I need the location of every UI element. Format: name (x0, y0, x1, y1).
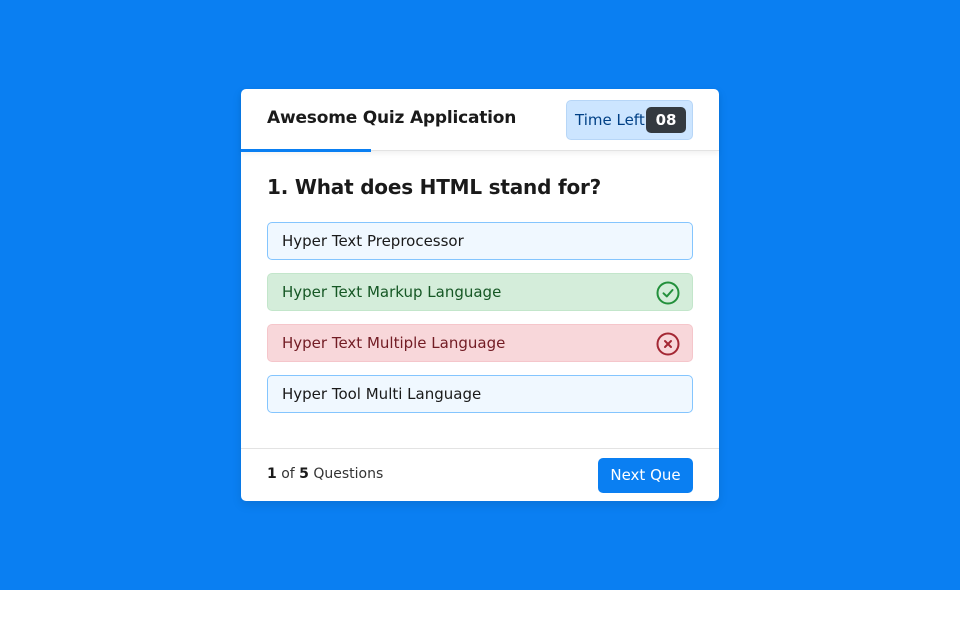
option-3[interactable]: Hyper Text Multiple Language (267, 324, 693, 362)
counter-questions-label: Questions (313, 466, 384, 482)
option-label: Hyper Tool Multi Language (282, 385, 482, 403)
option-1[interactable]: Hyper Text Preprocessor (267, 222, 693, 260)
timer-label: Time Left (575, 111, 645, 129)
quiz-header: Awesome Quiz Application Time Left 08 (241, 89, 719, 152)
timer: Time Left 08 (566, 100, 693, 140)
option-label: Hyper Text Markup Language (282, 283, 502, 301)
question-counter: 1 of 5 Questions (267, 466, 383, 482)
total-questions-number: 5 (299, 466, 309, 482)
option-2[interactable]: Hyper Text Markup Language (267, 273, 693, 311)
question-text: 1. What does HTML stand for? (267, 175, 602, 199)
counter-of: of (281, 466, 295, 482)
timer-seconds: 08 (646, 107, 686, 133)
x-circle-icon (656, 332, 680, 356)
check-circle-icon (656, 281, 680, 305)
option-label: Hyper Text Preprocessor (282, 232, 464, 250)
next-question-button[interactable]: Next Que (598, 458, 693, 493)
time-progress-line (241, 149, 371, 152)
quiz-footer: 1 of 5 Questions Next Que (241, 448, 719, 501)
current-question-number: 1 (267, 466, 277, 482)
quiz-box: Awesome Quiz Application Time Left 08 1.… (241, 89, 719, 501)
page-background: Awesome Quiz Application Time Left 08 1.… (0, 0, 960, 590)
option-label: Hyper Text Multiple Language (282, 334, 506, 352)
quiz-title: Awesome Quiz Application (267, 108, 517, 128)
option-4[interactable]: Hyper Tool Multi Language (267, 375, 693, 413)
